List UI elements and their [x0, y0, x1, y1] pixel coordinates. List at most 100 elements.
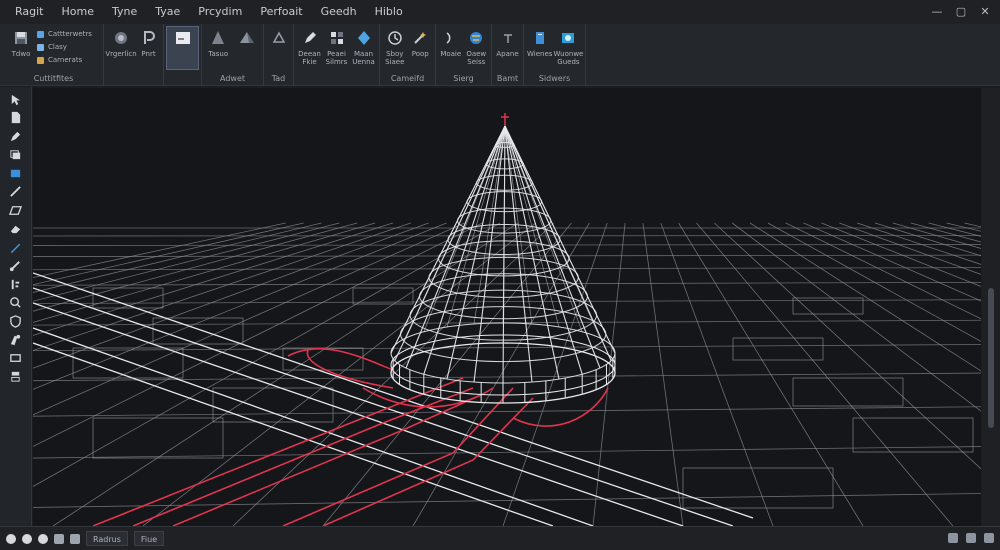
grid-line [33, 222, 340, 302]
ribbon-button-poop[interactable]: Poop [409, 27, 433, 69]
ribbon-button-peaei-silmrs[interactable]: Peaei Silmrs [324, 27, 349, 69]
pen-icon [301, 29, 319, 47]
ribbon-button-wuonwe-gueds[interactable]: Wuonwe Gueds [554, 27, 583, 69]
align-icon[interactable] [6, 276, 26, 293]
menu-item-perfoait[interactable]: Perfoait [251, 0, 311, 24]
ribbon-group-label: Sidwers [538, 74, 571, 83]
eraser-icon[interactable] [6, 221, 26, 238]
menu-item-home[interactable]: Home [53, 0, 103, 24]
status-snap-icon[interactable] [966, 533, 976, 543]
search-icon[interactable] [6, 295, 26, 312]
curve-icon [442, 29, 460, 47]
grid-line [33, 344, 981, 352]
ribbon-small-item[interactable]: Cattterwetrs [37, 29, 92, 39]
ribbon-button-pyramid[interactable] [234, 27, 261, 69]
menu-item-prcydim[interactable]: Prcydim [189, 0, 251, 24]
ribbon-group-sidwers: Wienes Wuonwe Gueds Sidwers [524, 24, 586, 86]
menu-item-file[interactable]: Ragit [6, 0, 53, 24]
ribbon-button-moaie[interactable]: Moaie [439, 27, 463, 69]
ribbon-button-tdwo[interactable]: Tdwo [7, 27, 35, 69]
ground-grid [33, 222, 981, 526]
stack-icon[interactable] [6, 369, 26, 386]
ribbon-button-tasuo[interactable]: Tasuo [205, 27, 232, 69]
monitor-icon[interactable] [6, 350, 26, 367]
scrollbar-thumb[interactable] [988, 288, 994, 428]
vertical-scrollbar[interactable] [982, 88, 1000, 526]
line-icon[interactable] [6, 184, 26, 201]
ribbon-button-sboy-siaee[interactable]: Sboy Siaee [383, 27, 407, 69]
ribbon-small-item[interactable]: Clasy [37, 42, 92, 52]
ribbon-group-cameifd: Sboy Siaee Poop Cameifd [380, 24, 436, 86]
maximize-button[interactable]: ▢ [950, 2, 972, 20]
red-path [306, 349, 394, 389]
grid-line [839, 222, 981, 275]
cone-icon [209, 29, 227, 47]
ribbon-button-apane[interactable]: Apane [495, 27, 520, 69]
close-button[interactable]: ✕ [974, 2, 996, 20]
rect-icon[interactable] [6, 165, 26, 182]
scene-canvas [33, 113, 981, 526]
status-right-icons [948, 533, 994, 543]
brush-icon[interactable] [6, 258, 26, 275]
ribbon-group-draw: Deean Fkie Peaei Silmrs Maan Uenna [294, 24, 380, 86]
red-path [512, 387, 609, 427]
grid-icon [328, 29, 346, 47]
parallelogram-icon[interactable] [6, 202, 26, 219]
ribbon-button-label: Apane [496, 50, 519, 58]
ribbon-group-bamt: Apane Bamt [492, 24, 524, 86]
ribbon-button-maan-uenna[interactable]: Maan Uenna [351, 27, 376, 69]
status-bar: Radrus Fiue [0, 526, 1000, 550]
menu-item-geedh[interactable]: Geedh [312, 0, 366, 24]
cone-wireframe [390, 125, 616, 404]
ribbon-button-vrgerlicn[interactable]: Vrgerlicn [105, 27, 137, 69]
map-block [282, 347, 364, 371]
ribbon-small-item[interactable]: Carnerats [37, 55, 92, 65]
ribbon-button-pnrt[interactable]: Pnrt [137, 27, 160, 69]
ribbon-button-label: Wienes [527, 50, 553, 58]
grid-line [33, 372, 981, 382]
ribbon-button-deean-fkie[interactable]: Deean Fkie [297, 27, 322, 69]
grid-line [33, 446, 981, 459]
ribbon-button-shape[interactable] [267, 27, 290, 69]
ribbon-button-oaew-seiss[interactable]: Oaew Seiss [465, 27, 489, 69]
status-circle-icon[interactable] [38, 533, 48, 544]
status-field-fiue[interactable]: Fiue [133, 531, 165, 546]
file-icon[interactable] [6, 110, 26, 127]
text-icon [499, 29, 517, 47]
status-circle-icon[interactable] [6, 533, 16, 544]
select-icon[interactable] [6, 91, 26, 108]
tag-icon[interactable] [6, 332, 26, 349]
ribbon-button-sheet[interactable] [166, 26, 199, 70]
grid-line [33, 222, 376, 323]
ribbon-button-label: Poop [411, 50, 429, 58]
status-square-icon[interactable] [54, 533, 64, 544]
pencil-icon[interactable] [6, 239, 26, 256]
status-circle-icon[interactable] [22, 533, 32, 544]
status-grid-icon[interactable] [948, 533, 958, 543]
viewport-3d[interactable] [33, 88, 981, 526]
menu-item-help[interactable]: Hiblo [366, 0, 412, 24]
shield-icon[interactable] [6, 313, 26, 330]
ribbon-button-label: Moaie [440, 50, 462, 58]
square-icon [37, 43, 44, 51]
cylinder-icon [112, 29, 130, 47]
layers-icon[interactable] [6, 147, 26, 164]
ribbon-button-label: Pnrt [141, 50, 156, 58]
ribbon-button-wienes[interactable]: Wienes [527, 27, 552, 69]
status-settings-icon[interactable] [984, 533, 994, 543]
status-square-icon[interactable] [70, 533, 80, 544]
minimize-button[interactable]: — [926, 2, 948, 20]
p-icon [140, 29, 158, 47]
grid-line [33, 222, 483, 447]
pen-icon[interactable] [6, 128, 26, 145]
red-path [287, 348, 394, 371]
ribbon-group-sheet [164, 24, 202, 86]
ribbon-group-label: Adwet [219, 74, 245, 83]
road-line [33, 272, 754, 519]
menu-item-type[interactable]: Tyne [103, 0, 146, 24]
map-block [92, 417, 224, 459]
status-field-radius[interactable]: Radrus [86, 531, 128, 546]
ribbon: Tdwo Cattterwetrs Clasy Carnerats Cuttit… [0, 24, 1000, 86]
menu-item-tyae[interactable]: Tyae [146, 0, 189, 24]
red-path [322, 397, 534, 526]
